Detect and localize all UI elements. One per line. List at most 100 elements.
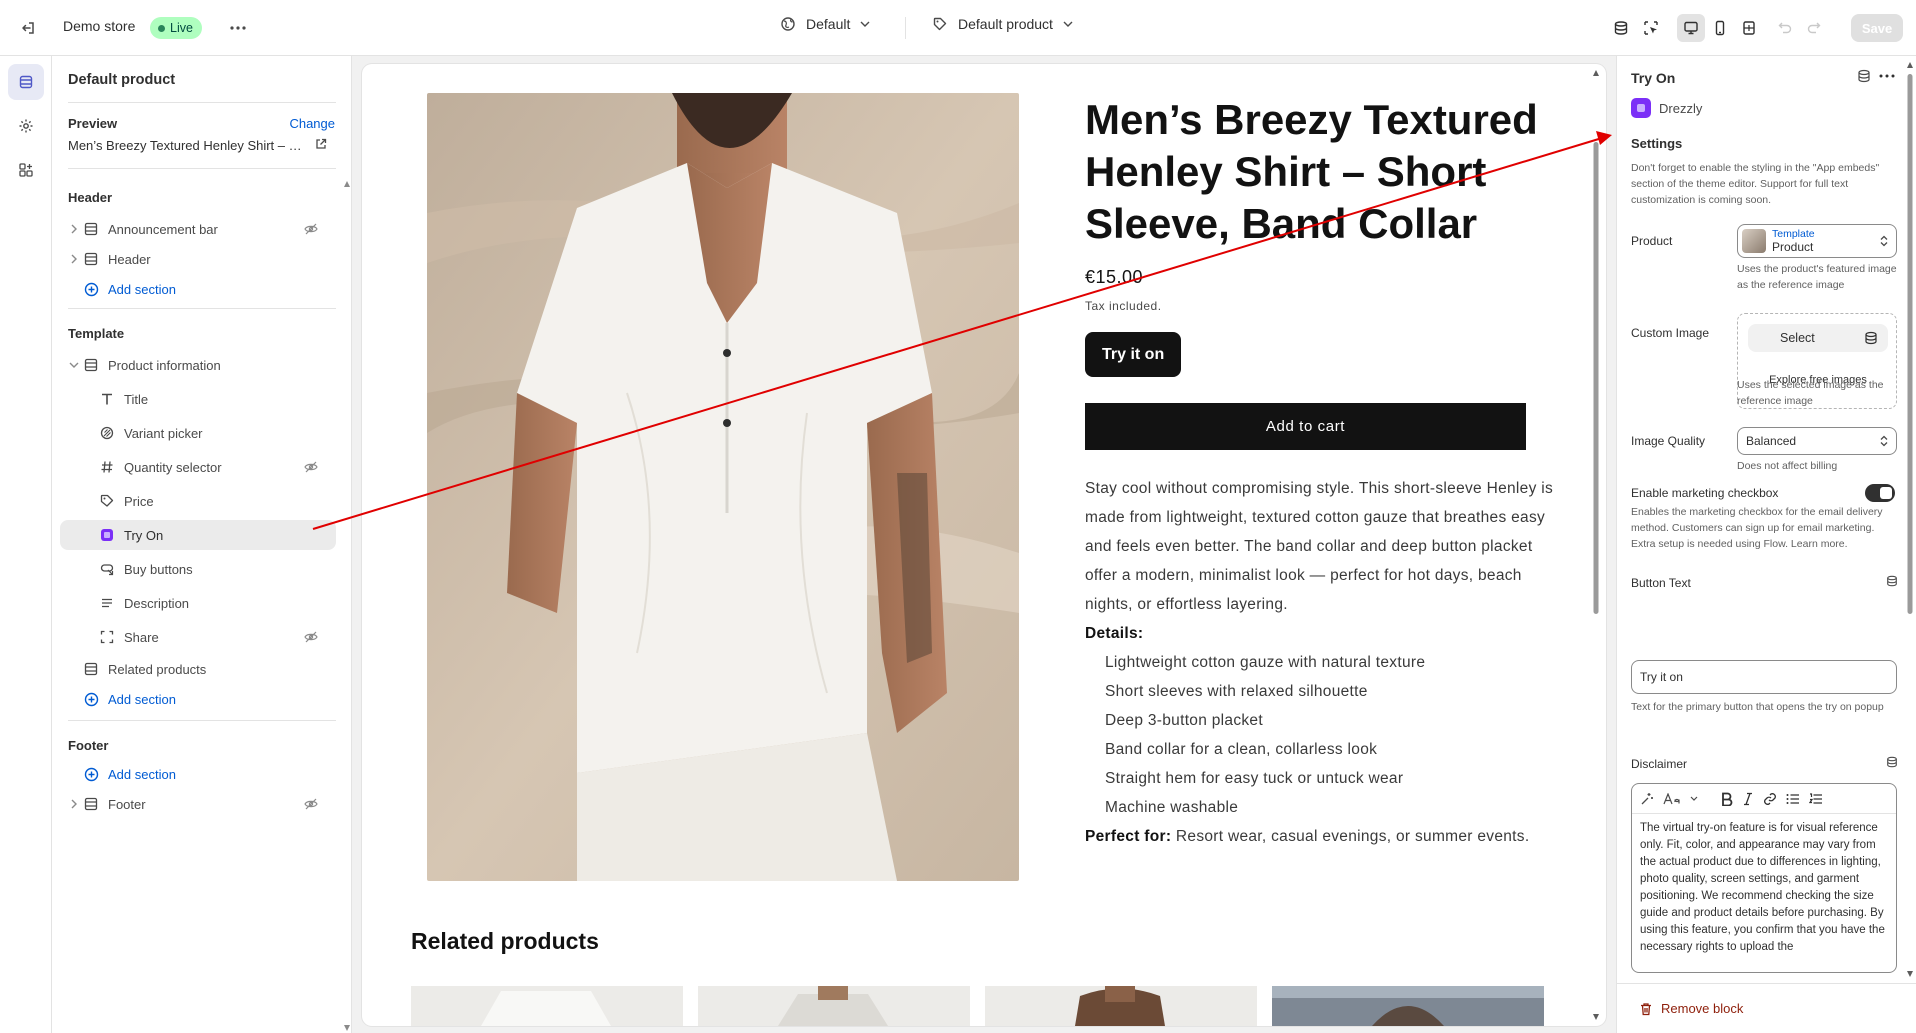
numbered-list-icon[interactable] bbox=[1809, 792, 1823, 805]
italic-icon[interactable] bbox=[1742, 792, 1754, 806]
related-product-card[interactable] bbox=[698, 986, 970, 1026]
font-size-icon[interactable] bbox=[1663, 792, 1681, 805]
link-icon[interactable] bbox=[1763, 792, 1777, 806]
magic-icon[interactable] bbox=[1640, 792, 1654, 806]
select-image-button[interactable]: Select bbox=[1748, 324, 1888, 352]
text-icon bbox=[98, 392, 116, 406]
marketing-checkbox-label: Enable marketing checkbox bbox=[1631, 486, 1779, 500]
add-section-footer[interactable]: Add section bbox=[60, 759, 336, 789]
block-label: Price bbox=[124, 493, 154, 509]
select-image-label: Select bbox=[1780, 331, 1815, 345]
block-price[interactable]: Price bbox=[60, 486, 336, 516]
block-settings-panel: Try On Drezzly Settings Don't forget to … bbox=[1616, 56, 1916, 1033]
block-quantity-selector[interactable]: Quantity selector bbox=[60, 452, 336, 482]
related-product-image bbox=[698, 986, 970, 1026]
product-field-label: Product bbox=[1631, 234, 1673, 248]
preview-area: Men’s Breezy Textured Henley Shirt – Sho… bbox=[352, 56, 1616, 1033]
tag-icon bbox=[933, 17, 947, 31]
database-icon[interactable] bbox=[1886, 756, 1898, 768]
product-picker-source: Template bbox=[1772, 228, 1815, 240]
globe-icon bbox=[781, 17, 795, 31]
chevron-right-icon bbox=[66, 254, 82, 264]
section-product-information[interactable]: Product information bbox=[60, 350, 336, 380]
chevron-down-icon[interactable] bbox=[1690, 796, 1698, 802]
block-label: Buy buttons bbox=[124, 561, 193, 577]
disclaimer-label: Disclaimer bbox=[1631, 757, 1688, 771]
button-text-label: Button Text bbox=[1631, 576, 1691, 590]
divider bbox=[68, 102, 336, 103]
database-button[interactable] bbox=[1607, 14, 1635, 42]
block-variant-picker[interactable]: Variant picker bbox=[60, 418, 336, 448]
eye-hidden-icon[interactable] bbox=[304, 798, 318, 810]
disclaimer-text[interactable]: The virtual try-on feature is for visual… bbox=[1632, 814, 1896, 962]
chevron-updown-icon bbox=[1880, 235, 1888, 247]
rail-settings-button[interactable] bbox=[8, 108, 44, 144]
more-actions-button[interactable] bbox=[224, 14, 252, 42]
store-name: Demo store bbox=[63, 18, 136, 34]
image-quality-select[interactable]: Balanced bbox=[1737, 427, 1897, 455]
template-selector[interactable]: Default product bbox=[932, 16, 1073, 32]
undo-button[interactable] bbox=[1771, 14, 1799, 42]
fullscreen-view-button[interactable] bbox=[1735, 14, 1763, 42]
preview-change-link[interactable]: Change bbox=[289, 116, 335, 131]
section-footer[interactable]: Footer bbox=[60, 789, 336, 819]
image-quality-value: Balanced bbox=[1746, 434, 1797, 448]
remove-block-button[interactable]: Remove block bbox=[1639, 1001, 1743, 1016]
add-section-header[interactable]: Add section bbox=[60, 274, 336, 304]
eye-hidden-icon[interactable] bbox=[304, 223, 318, 235]
database-icon[interactable] bbox=[1857, 69, 1871, 83]
page-title: Default product bbox=[68, 72, 176, 88]
add-section-template[interactable]: Add section bbox=[60, 684, 336, 714]
bullet-list-icon[interactable] bbox=[1786, 793, 1800, 805]
live-badge-label: Live bbox=[170, 21, 193, 35]
exit-button[interactable] bbox=[14, 14, 42, 42]
section-related-products[interactable]: Related products bbox=[60, 654, 336, 684]
database-icon[interactable] bbox=[1886, 575, 1898, 587]
remove-block-label: Remove block bbox=[1661, 1001, 1744, 1016]
inspector-button[interactable] bbox=[1637, 14, 1665, 42]
eye-hidden-icon[interactable] bbox=[304, 631, 318, 643]
gear-icon bbox=[19, 119, 33, 133]
button-text-input[interactable]: Try it on bbox=[1631, 660, 1897, 694]
block-title[interactable]: Title bbox=[60, 384, 336, 414]
marketing-toggle[interactable] bbox=[1865, 484, 1895, 502]
variant-icon bbox=[98, 426, 116, 440]
block-share[interactable]: Share bbox=[60, 622, 336, 652]
open-preview-button[interactable] bbox=[315, 138, 327, 150]
related-product-card[interactable] bbox=[985, 986, 1257, 1026]
related-product-card[interactable] bbox=[411, 986, 683, 1026]
redo-icon bbox=[1807, 22, 1821, 34]
sections-icon bbox=[19, 75, 33, 89]
eye-hidden-icon[interactable] bbox=[304, 461, 318, 473]
settings-scrollbar[interactable] bbox=[1906, 62, 1914, 977]
shirt-photo-illustration bbox=[427, 93, 1019, 881]
block-label: Share bbox=[124, 629, 159, 645]
try-on-button[interactable]: Try it on bbox=[1085, 332, 1182, 377]
buy-button-icon bbox=[98, 562, 116, 576]
section-header[interactable]: Header bbox=[60, 244, 336, 274]
block-try-on[interactable]: Try On bbox=[60, 520, 336, 550]
disclaimer-editor[interactable]: The virtual try-on feature is for visual… bbox=[1631, 783, 1897, 973]
more-horizontal-icon[interactable] bbox=[1879, 74, 1895, 78]
app-source: Drezzly bbox=[1631, 98, 1702, 118]
preview-scrollbar[interactable] bbox=[1592, 70, 1600, 1020]
custom-image-help-text: Uses the selected image as the reference… bbox=[1737, 379, 1884, 407]
theme-selector[interactable]: Default bbox=[780, 16, 870, 32]
save-button[interactable]: Save bbox=[1851, 14, 1903, 42]
desktop-view-button[interactable] bbox=[1677, 14, 1705, 42]
product-picker[interactable]: Template Product bbox=[1737, 224, 1897, 258]
redo-button[interactable] bbox=[1800, 14, 1828, 42]
rail-apps-button[interactable] bbox=[8, 152, 44, 188]
preview-product-name: Men’s Breezy Textured Henley Shirt – Sho… bbox=[68, 138, 306, 153]
drezzly-app-icon bbox=[1631, 98, 1651, 118]
bold-icon[interactable] bbox=[1721, 792, 1733, 806]
add-to-cart-button[interactable]: Add to cart bbox=[1085, 403, 1526, 450]
block-description[interactable]: Description bbox=[60, 588, 336, 618]
product-image[interactable] bbox=[427, 93, 1019, 881]
rail-sections-button[interactable] bbox=[8, 64, 44, 100]
related-product-card[interactable] bbox=[1272, 986, 1544, 1026]
section-announcement-bar[interactable]: Announcement bar bbox=[60, 214, 336, 244]
mobile-view-button[interactable] bbox=[1706, 14, 1734, 42]
block-buy-buttons[interactable]: Buy buttons bbox=[60, 554, 336, 584]
sections-scrollbar[interactable] bbox=[344, 181, 350, 1031]
